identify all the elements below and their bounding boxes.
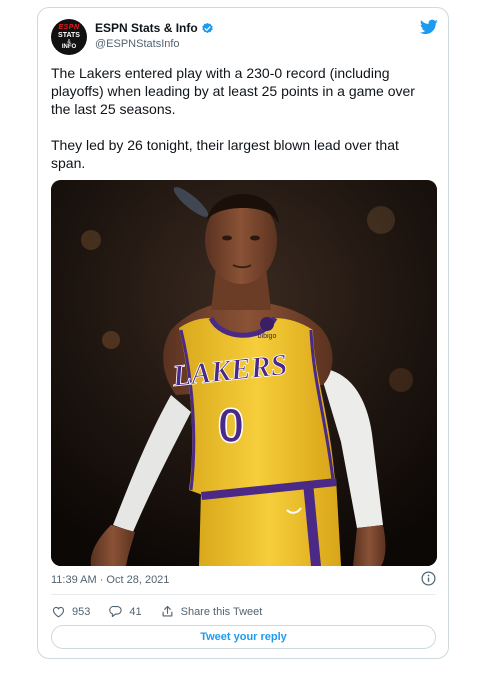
tweet-text-paragraph-2: They led by 26 tonight, their largest bl… <box>51 137 399 171</box>
share-button[interactable]: Share this Tweet <box>160 604 263 619</box>
jersey-number: 0 <box>218 400 245 453</box>
verified-badge-icon <box>201 22 213 33</box>
share-label: Share this Tweet <box>180 605 263 618</box>
tweet-card: ESPN STATS & INFO ESPN Stats & Info @ESP… <box>37 7 449 659</box>
share-icon <box>162 605 173 617</box>
author-display-name[interactable]: ESPN Stats & Info <box>95 21 198 35</box>
info-icon[interactable] <box>421 571 436 586</box>
reply-button[interactable]: 41 <box>108 604 142 619</box>
twitter-bird-icon[interactable] <box>420 19 438 35</box>
divider <box>51 594 436 595</box>
tweet-your-reply-button[interactable]: Tweet your reply <box>51 625 436 649</box>
avatar-info-text: INFO <box>61 44 77 50</box>
heart-icon <box>52 606 65 618</box>
reply-bubble-icon <box>109 605 123 618</box>
tweet-photo[interactable]: bibigo LAKERS 0 <box>51 180 437 566</box>
like-button[interactable]: 953 <box>51 604 90 619</box>
tweet-timestamp[interactable]: 11:39 AM · Oct 28, 2021 <box>51 574 169 586</box>
author-name-row[interactable]: ESPN Stats & Info <box>95 21 214 35</box>
tweet-text-paragraph-1: The Lakers entered play with a 230-0 rec… <box>51 65 415 117</box>
basketball-player-illustration: bibigo LAKERS 0 <box>51 180 437 566</box>
avatar-stats-text: STATS <box>58 32 80 39</box>
like-count: 953 <box>72 605 91 618</box>
author-handle[interactable]: @ESPNStatsInfo <box>95 38 180 50</box>
jersey-patch-text: bibigo <box>258 333 277 340</box>
avatar-espn-text: ESPN <box>58 24 80 31</box>
avatar[interactable]: ESPN STATS & INFO <box>51 19 87 55</box>
tweet-actions: 953 41 Share this Tweet <box>51 604 280 619</box>
reply-count: 41 <box>129 605 142 618</box>
